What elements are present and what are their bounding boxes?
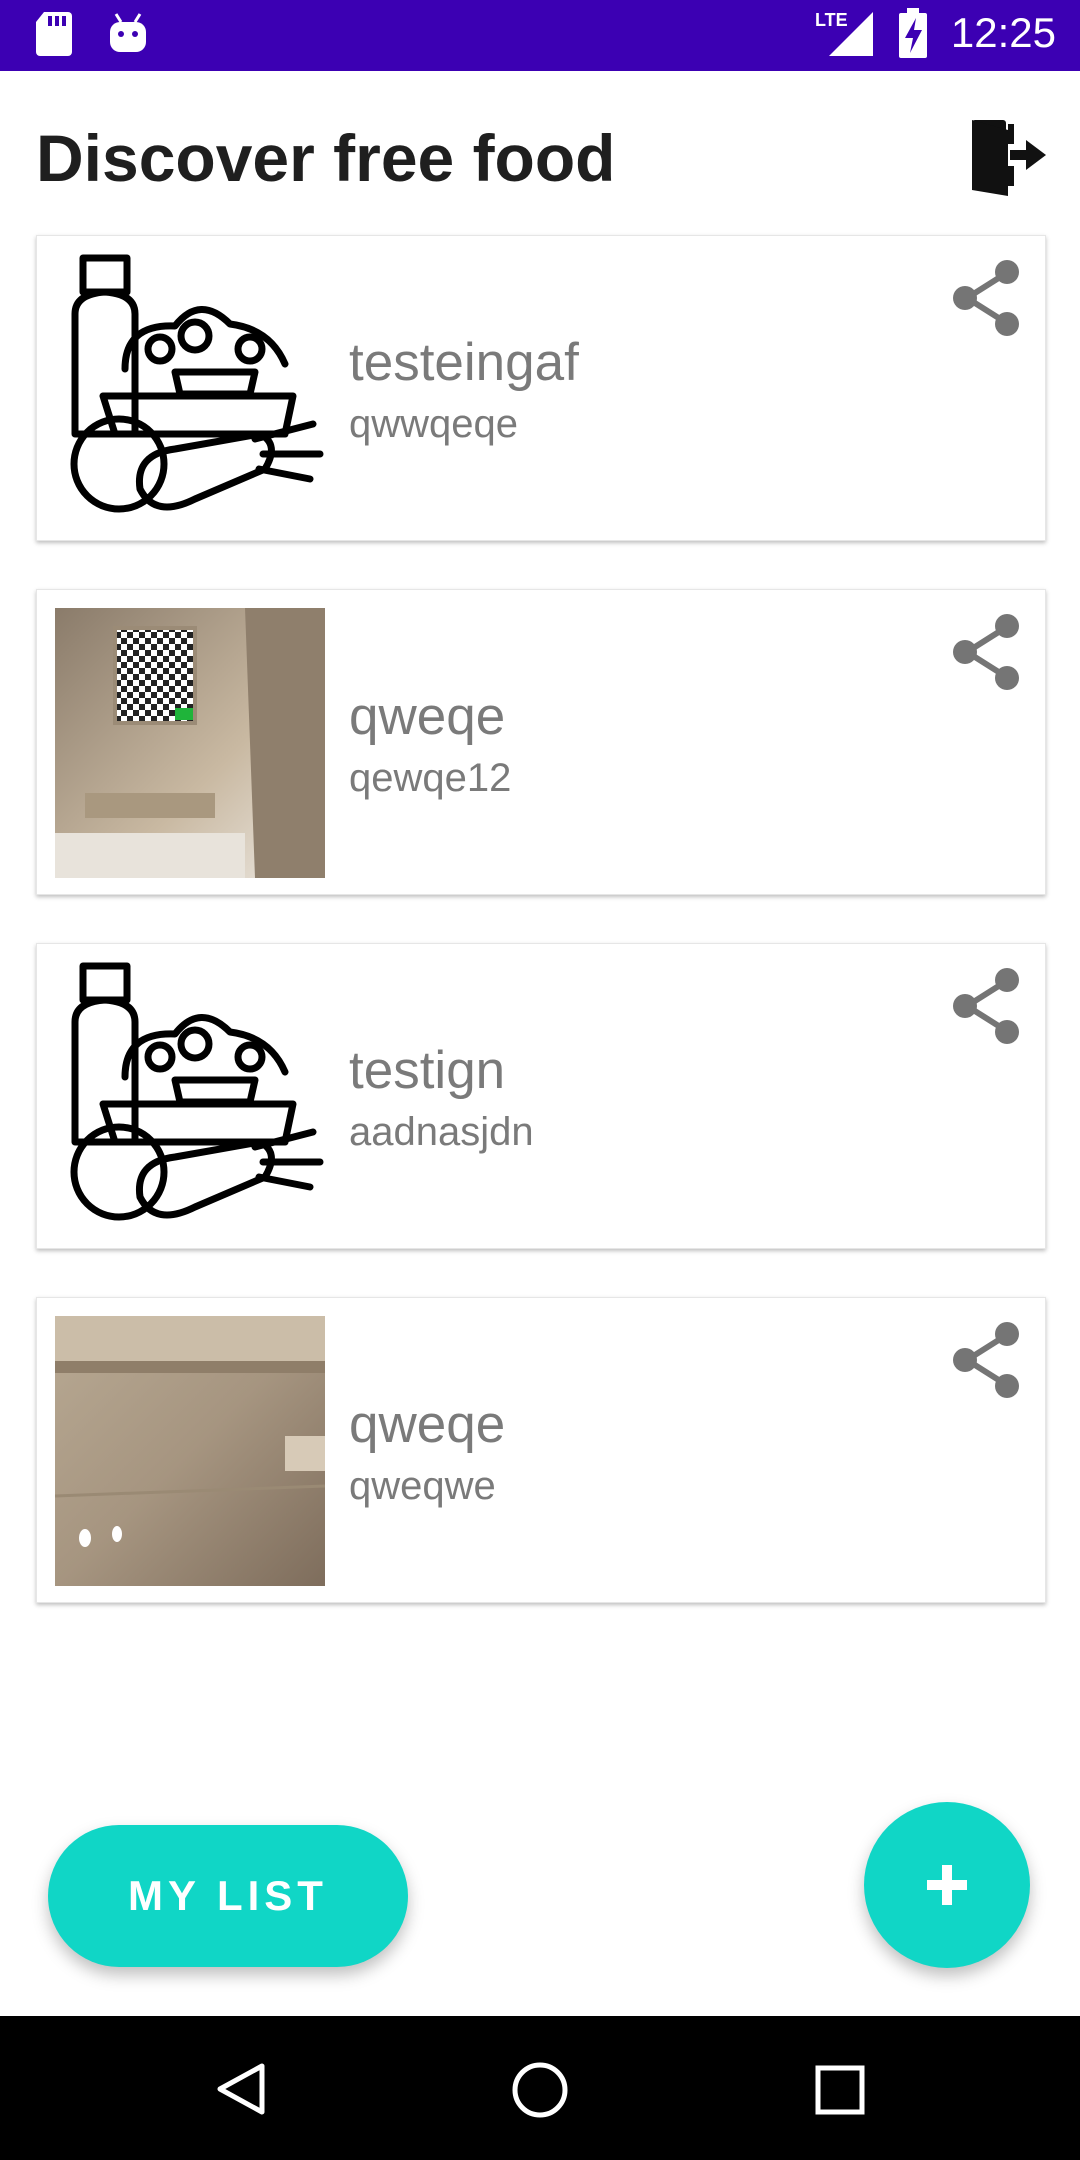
share-button[interactable] <box>947 1320 1027 1400</box>
system-nav-bar <box>0 2016 1080 2160</box>
listing-title: testign <box>349 1041 506 1100</box>
recents-square-icon[interactable] <box>814 2064 866 2116</box>
status-left-icons <box>36 12 148 56</box>
signal-icon: LTE <box>815 10 873 56</box>
share-button[interactable] <box>947 258 1027 338</box>
share-icon <box>953 260 1019 336</box>
listing-card-3[interactable]: testign aadnasjdn <box>36 943 1046 1249</box>
listing-title: qweqe <box>349 1395 506 1454</box>
food-basket-icon <box>55 254 325 524</box>
add-listing-button[interactable] <box>864 1802 1030 1968</box>
listing-card-4[interactable]: qweqe qweqwe <box>36 1297 1046 1603</box>
plus-icon <box>927 1865 967 1905</box>
status-bar: LTE 12:25 <box>0 0 1080 71</box>
battery-charging-icon <box>898 8 927 58</box>
listing-card-2[interactable]: qweqe qewqe12 <box>36 589 1046 895</box>
share-button[interactable] <box>947 966 1027 1046</box>
network-type-label: LTE <box>815 10 848 30</box>
listing-subtitle: qewqe12 <box>349 756 512 800</box>
exit-door-icon <box>972 120 1046 196</box>
sd-card-icon <box>36 12 72 56</box>
listing-title: qweqe <box>349 687 506 746</box>
listing-card-1[interactable]: testeingaf qwwqeqe <box>36 235 1046 541</box>
listing-subtitle: qweqwe <box>349 1464 496 1508</box>
share-icon <box>953 968 1019 1044</box>
my-list-button[interactable]: MY LIST <box>48 1825 408 1967</box>
listing-photo <box>55 1316 325 1586</box>
listing-subtitle: aadnasjdn <box>349 1110 534 1154</box>
status-right-icons: LTE 12:25 <box>815 8 1056 58</box>
exit-button[interactable] <box>968 116 1048 196</box>
back-triangle-icon[interactable] <box>214 2062 268 2116</box>
page-title: Discover free food <box>36 121 616 195</box>
share-icon <box>953 1322 1019 1398</box>
my-list-label: MY LIST <box>128 1872 328 1919</box>
listing-subtitle: qwwqeqe <box>349 402 519 446</box>
status-time: 12:25 <box>950 9 1056 56</box>
share-button[interactable] <box>947 612 1027 692</box>
listing-photo <box>55 608 325 878</box>
home-circle-icon[interactable] <box>510 2060 570 2120</box>
share-icon <box>953 614 1019 690</box>
android-icon <box>110 13 146 52</box>
food-basket-icon <box>55 962 325 1232</box>
listing-title: testeingaf <box>349 333 579 392</box>
